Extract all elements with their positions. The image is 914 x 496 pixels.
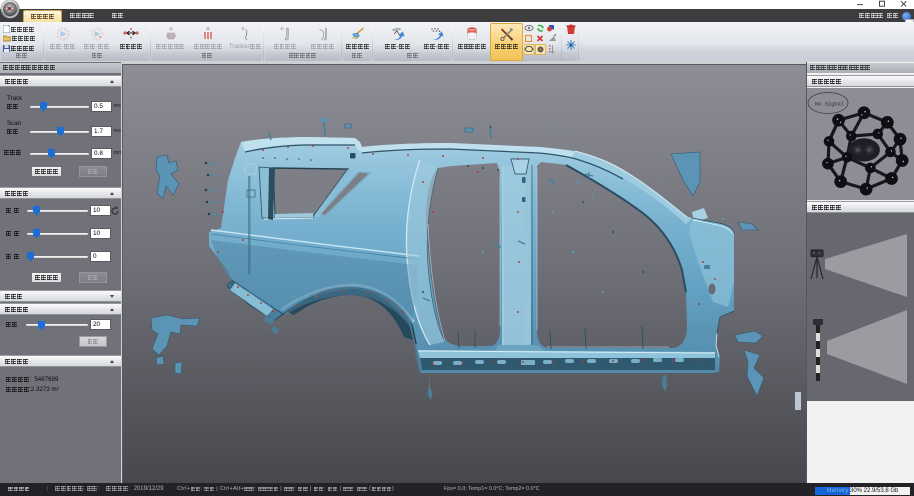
svg-text:No Signal: No Signal bbox=[815, 102, 844, 108]
